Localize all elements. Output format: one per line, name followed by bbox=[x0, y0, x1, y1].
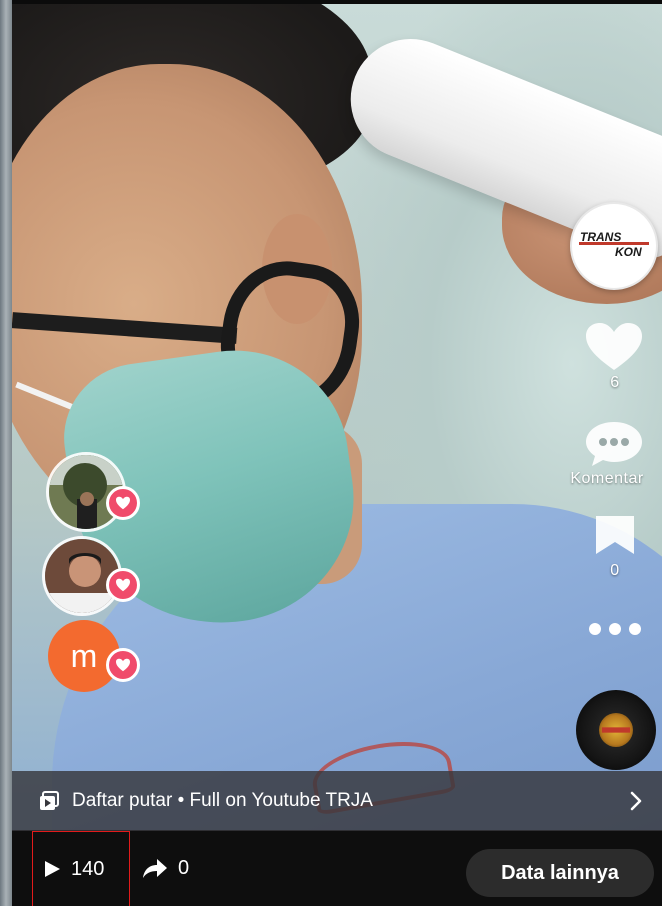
bookmark-count: 0 bbox=[610, 562, 620, 579]
video-player[interactable] bbox=[12, 4, 662, 830]
more-data-button[interactable]: Data lainnya bbox=[466, 849, 654, 897]
likes-count: 6 bbox=[610, 374, 620, 391]
liker-heart-badge-2 bbox=[106, 568, 140, 602]
shares-stat[interactable]: 0 bbox=[142, 831, 189, 906]
liker-heart-badge-1 bbox=[106, 486, 140, 520]
playlist-icon bbox=[40, 791, 59, 810]
chevron-right-icon[interactable] bbox=[624, 787, 648, 815]
trans-kon-logo-icon: TRANS KON bbox=[579, 230, 649, 259]
svg-text:TRANS: TRANS bbox=[580, 230, 621, 244]
svg-text:KON: KON bbox=[615, 245, 642, 259]
creator-avatar[interactable]: TRANS KON bbox=[570, 202, 658, 290]
comment-label: Komentar bbox=[570, 470, 644, 487]
comment-icon[interactable] bbox=[584, 420, 644, 468]
heart-icon bbox=[116, 496, 130, 510]
playlist-label: Daftar putar • Full on Youtube TRJA bbox=[72, 790, 373, 811]
share-arrow-icon bbox=[143, 858, 167, 878]
play-icon bbox=[45, 861, 60, 877]
screen-frame: TRANS KON 6 Komentar 0 m Daftar putar • … bbox=[0, 0, 662, 906]
bookmark-icon[interactable] bbox=[592, 514, 638, 556]
heart-icon bbox=[116, 658, 130, 672]
plays-count-highlight[interactable]: 140 bbox=[32, 831, 130, 906]
music-disc[interactable] bbox=[576, 690, 656, 770]
shares-count: 0 bbox=[178, 857, 190, 879]
music-logo-icon bbox=[599, 713, 633, 747]
bottom-stats-bar: 140 0 Data lainnya bbox=[12, 831, 662, 906]
trja-logo-icon bbox=[601, 727, 631, 733]
heart-icon bbox=[116, 578, 130, 592]
heart-icon[interactable] bbox=[584, 322, 644, 372]
playlist-bar[interactable]: Daftar putar • Full on Youtube TRJA bbox=[12, 771, 662, 831]
more-options-icon[interactable] bbox=[586, 620, 644, 638]
liker-heart-badge-3 bbox=[106, 648, 140, 682]
plays-count: 140 bbox=[71, 857, 105, 880]
